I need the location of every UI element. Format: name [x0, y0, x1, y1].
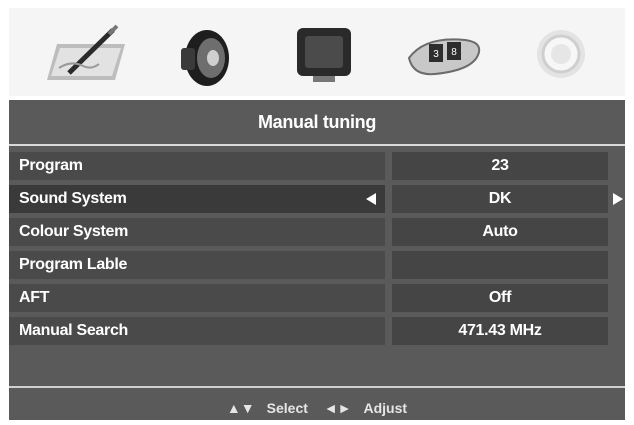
menu-row-sound-system[interactable]: Sound System DK	[9, 185, 625, 213]
row-label-aft: AFT	[9, 284, 385, 312]
row-label-colour-system: Colour System	[9, 218, 385, 246]
footer-divider	[9, 386, 625, 388]
menu-row-aft[interactable]: AFT Off	[9, 284, 625, 312]
menu-row-colour-system[interactable]: Colour System Auto	[9, 218, 625, 246]
settings-icon[interactable]	[517, 18, 609, 88]
picture-icon[interactable]	[39, 18, 131, 88]
right-arrow-icon[interactable]	[613, 193, 623, 205]
row-label-program-lable: Program Lable	[9, 251, 385, 279]
svg-text:3: 3	[433, 49, 439, 60]
row-value-program-lable[interactable]	[392, 251, 608, 279]
menu-row-manual-search[interactable]: Manual Search 471.43 MHz	[9, 317, 625, 345]
row-value-colour-system[interactable]: Auto	[392, 218, 608, 246]
menu-row-program[interactable]: Program 23	[9, 152, 625, 180]
row-label-sound-system: Sound System	[9, 185, 385, 213]
row-value-aft[interactable]: Off	[392, 284, 608, 312]
tv-osd-screen: 3 8 Manual tuning Program 23 Sound Syste…	[0, 0, 634, 425]
select-hint: Select	[266, 400, 308, 416]
menu-row-program-label[interactable]: Program Lable	[9, 251, 625, 279]
row-label-manual-search: Manual Search	[9, 317, 385, 345]
row-value-program[interactable]: 23	[392, 152, 608, 180]
menu-icon-strip: 3 8	[9, 8, 625, 96]
svg-text:8: 8	[451, 47, 457, 58]
row-value-manual-search[interactable]: 471.43 MHz	[392, 317, 608, 345]
footer-hints: ▲▼ Select ◄► Adjust	[9, 396, 625, 420]
left-right-arrows-icon: ◄►	[323, 400, 352, 416]
panel-title: Manual tuning	[9, 100, 625, 146]
left-arrow-icon[interactable]	[366, 193, 376, 205]
channel-icon[interactable]: 3 8	[395, 18, 487, 88]
row-value-sound-system[interactable]: DK	[392, 185, 608, 213]
manual-tuning-panel: Manual tuning Program 23 Sound System DK…	[9, 100, 625, 420]
screen-icon[interactable]	[277, 18, 369, 88]
sound-icon[interactable]	[157, 18, 249, 88]
row-label-program: Program	[9, 152, 385, 180]
up-down-arrows-icon: ▲▼	[226, 400, 255, 416]
menu-rows: Program 23 Sound System DK Colour System…	[9, 152, 625, 350]
adjust-hint: Adjust	[363, 400, 408, 416]
